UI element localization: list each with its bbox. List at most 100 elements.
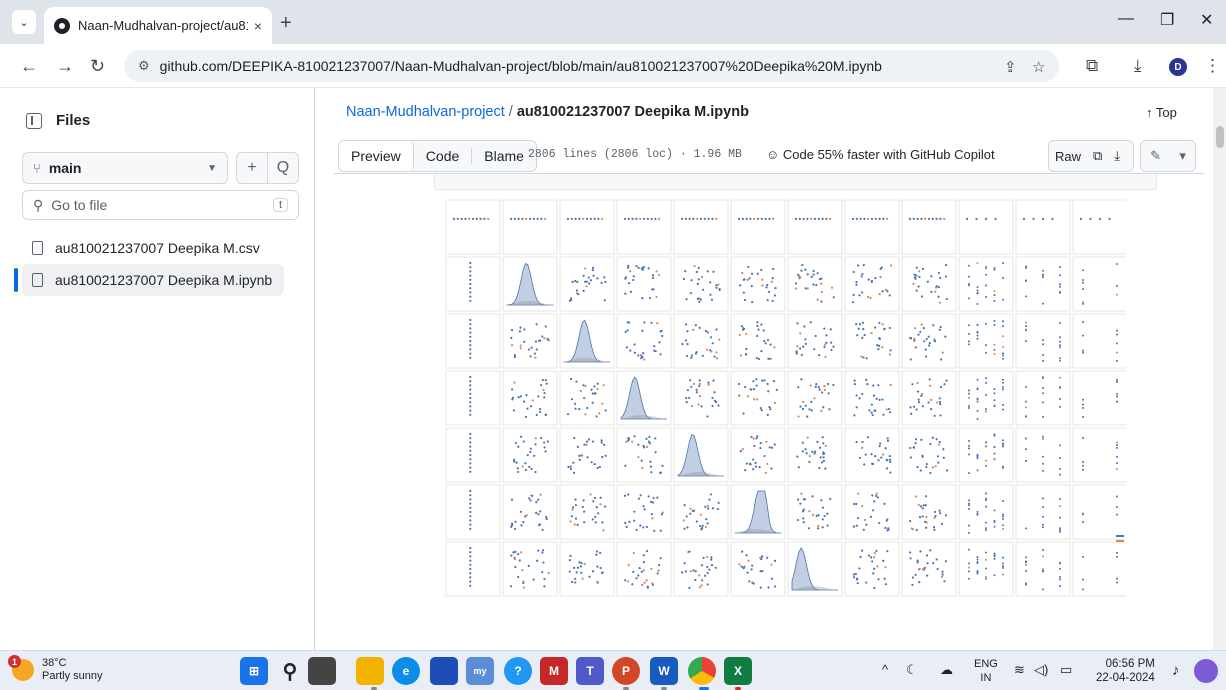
pairplot-point <box>751 272 754 275</box>
pairplot-point <box>811 495 814 498</box>
task-view-icon[interactable] <box>308 657 336 685</box>
back-arrow-icon[interactable]: ← <box>20 56 38 77</box>
pairplot-point <box>760 409 763 412</box>
menu-kebab-icon[interactable]: ⋮ <box>1204 56 1221 76</box>
search-icon[interactable]: ⚲ <box>276 657 304 685</box>
forward-arrow-icon[interactable]: → <box>56 56 74 77</box>
system-clock[interactable]: 06:56 PM 22-04-2024 <box>1096 657 1155 685</box>
edit-file-button[interactable]: ✎ ▾ <box>1140 140 1196 172</box>
tray-app-icon[interactable]: ☾ <box>906 662 918 678</box>
chrome-icon[interactable] <box>688 657 716 685</box>
pairplot-point <box>921 405 925 408</box>
preview-tab[interactable]: Preview <box>339 141 414 171</box>
reload-icon[interactable]: ↻ <box>90 56 105 77</box>
new-tab-button[interactable]: + <box>280 12 292 35</box>
file-explorer-icon[interactable] <box>356 657 384 685</box>
file-item-csv[interactable]: au810021237007 Deepika M.csv <box>22 232 284 264</box>
pairplot-point <box>1002 325 1004 328</box>
pairplot-point <box>543 585 546 588</box>
cast-icon[interactable]: ⇪ <box>1004 58 1017 76</box>
bookmark-star-icon[interactable]: ☆ <box>1032 58 1045 76</box>
pairplot-point <box>526 454 529 457</box>
code-tab[interactable]: Code <box>414 141 471 171</box>
browser-tab[interactable]: Naan-Mudhalvan-project/au81 × <box>44 7 272 44</box>
wifi-icon[interactable]: ≋ <box>1014 662 1025 678</box>
notification-bell-icon[interactable]: ♪ <box>1172 662 1180 679</box>
mcafee-icon[interactable]: M <box>540 657 568 685</box>
go-to-file-input[interactable]: ⚲ Go to file t <box>22 190 299 220</box>
pairplot-point <box>993 388 996 391</box>
pairplot-point <box>1108 217 1111 220</box>
tab-search-chevron-icon[interactable]: ⌄ <box>12 10 36 34</box>
pairplot-point <box>985 459 987 462</box>
back-to-top-link[interactable]: ↑ Top <box>1146 105 1177 120</box>
pairplot-point <box>853 379 856 382</box>
blame-tab[interactable]: Blame <box>472 141 536 171</box>
powerpoint-icon[interactable]: P <box>612 657 640 685</box>
site-settings-icon[interactable]: ⚙ <box>138 58 150 74</box>
battery-icon[interactable]: ▭ <box>1060 662 1072 678</box>
address-bar[interactable]: ⚙ github.com/DEEPIKA-810021237007/Naan-M… <box>124 50 1059 82</box>
copilot-taskbar-icon[interactable] <box>1194 659 1218 683</box>
scrollbar-track[interactable] <box>1213 88 1226 650</box>
scrollbar-thumb[interactable] <box>1216 126 1224 148</box>
downloads-icon[interactable]: ⤓ <box>1134 56 1142 76</box>
pairplot-point <box>909 519 912 523</box>
search-button[interactable]: Q <box>267 152 299 184</box>
pairplot-point <box>596 387 599 391</box>
pairplot-point <box>1082 334 1084 337</box>
pairplot-point <box>801 441 804 444</box>
pairplot-point <box>527 564 530 567</box>
pairplot-point <box>713 399 717 402</box>
pairplot-point <box>913 339 916 342</box>
language-indicator[interactable]: ENG IN <box>974 657 998 685</box>
pairplot-point <box>483 217 486 220</box>
pairplot-point <box>567 465 570 469</box>
excel-icon[interactable]: X <box>724 657 752 685</box>
pairplot-point <box>704 329 708 333</box>
close-window-icon[interactable]: ✕ <box>1200 10 1213 30</box>
weather-widget[interactable]: 1 38°C Partly sunny <box>8 655 103 683</box>
start-windows-icon[interactable]: ⊞ <box>240 657 268 685</box>
pairplot-point <box>918 270 921 273</box>
download-icon[interactable]: ⤓ <box>1108 148 1126 164</box>
pairplot-point <box>755 437 758 440</box>
kde-curve <box>620 376 667 420</box>
volume-icon[interactable]: ◁) <box>1034 662 1048 678</box>
pairplot-point <box>637 497 640 500</box>
show-hidden-icons-chevron-icon[interactable]: ^ <box>882 662 888 677</box>
onedrive-icon[interactable]: ☁ <box>940 662 953 678</box>
edge-icon[interactable]: e <box>392 657 420 685</box>
branch-selector[interactable]: ⑂ main ▼ <box>22 152 228 184</box>
close-tab-icon[interactable]: × <box>254 18 262 34</box>
pairplot-cell <box>1072 313 1126 369</box>
help-icon[interactable]: ? <box>504 657 532 685</box>
file-item-ipynb[interactable]: au810021237007 Deepika M.ipynb <box>22 264 284 296</box>
pairplot-point <box>469 470 472 473</box>
app-icon[interactable]: my <box>466 657 494 685</box>
pairplot-point <box>766 556 769 559</box>
pairplot-point <box>517 217 520 220</box>
pairplot-point <box>825 341 828 344</box>
profile-avatar[interactable]: D <box>1169 58 1187 76</box>
extensions-icon[interactable]: ⧉ <box>1086 56 1098 76</box>
copilot-promo[interactable]: ☺ Code 55% faster with GitHub Copilot <box>766 147 995 162</box>
minimize-icon[interactable]: — <box>1118 10 1134 28</box>
word-icon[interactable]: W <box>650 657 678 685</box>
pairplot-point <box>796 455 799 458</box>
add-file-button[interactable]: + <box>236 152 268 184</box>
pairplot-point <box>595 415 598 418</box>
pairplot-point <box>1002 388 1004 391</box>
teams-icon[interactable]: T <box>576 657 604 685</box>
restore-icon[interactable]: ❐ <box>1160 10 1174 30</box>
raw-button[interactable]: Raw <box>1049 149 1087 164</box>
repo-link[interactable]: Naan-Mudhalvan-project <box>346 104 505 120</box>
side-panel-icon[interactable] <box>26 112 42 129</box>
copy-icon[interactable]: ⧉ <box>1087 148 1108 164</box>
store-icon[interactable] <box>430 657 458 685</box>
pairplot-point <box>713 391 716 394</box>
pairplot-point <box>802 517 805 520</box>
pairplot-point <box>878 217 881 220</box>
pairplot-point <box>820 409 823 412</box>
pairplot-point <box>766 382 769 386</box>
